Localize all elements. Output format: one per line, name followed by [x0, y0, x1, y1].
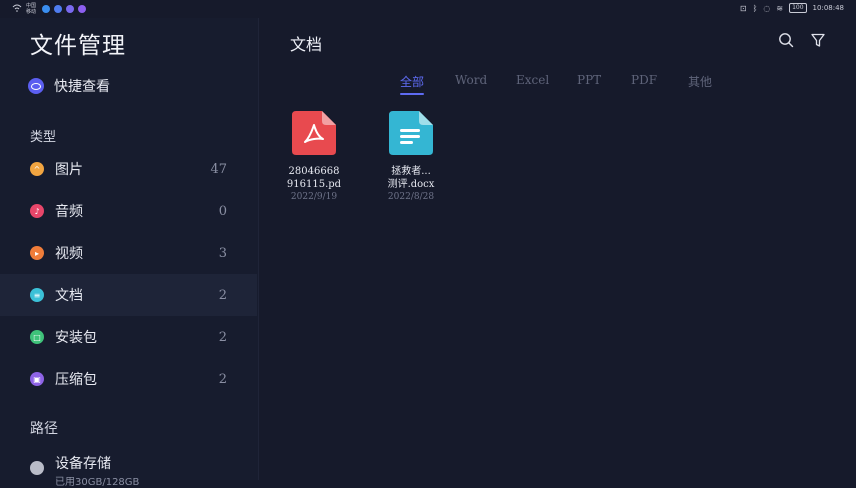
app-title: 文件管理	[30, 33, 126, 59]
tab-all[interactable]: 全部	[400, 73, 424, 90]
sidebar-item-count: 3	[218, 245, 227, 261]
search-icon	[779, 33, 794, 48]
doc-file-icon	[389, 111, 433, 155]
filter-button[interactable]	[809, 31, 827, 49]
sidebar-item-video[interactable]: ▸ 视频 3	[0, 232, 257, 274]
sidebar-item-label: 图片	[55, 162, 83, 178]
sidebar-item-documents[interactable]: ≡ 文档 2	[0, 274, 257, 316]
sidebar-item-count: 2	[218, 329, 227, 345]
image-icon: ^	[30, 162, 44, 176]
sidebar-item-count: 2	[218, 371, 227, 387]
document-icon: ≡	[30, 288, 44, 302]
tab-excel[interactable]: Excel	[516, 73, 549, 87]
music-icon: ♪	[30, 204, 44, 218]
quick-view-label: 快捷查看	[54, 79, 110, 95]
tab-ppt[interactable]: PPT	[577, 73, 601, 87]
path-section-label: 路径	[30, 421, 58, 437]
tab-pdf[interactable]: PDF	[631, 73, 657, 87]
active-tab-indicator	[400, 93, 424, 95]
page-title: 文档	[290, 35, 323, 54]
file-name-line: 916115.pd	[286, 179, 342, 190]
sidebar-item-count: 47	[210, 161, 227, 177]
storage-usage: 已用30GB/128GB	[55, 477, 140, 488]
storage-icon	[30, 461, 44, 475]
eye-icon	[28, 78, 44, 94]
pdf-file-icon	[292, 111, 336, 155]
file-item[interactable]: 28046668 916115.pd 2022/9/19	[274, 111, 354, 202]
sidebar-item-label: 视频	[55, 246, 83, 262]
sidebar-item-count: 0	[218, 203, 227, 219]
sidebar-item-label: 压缩包	[55, 372, 97, 388]
sidebar: 文件管理 快捷查看 类型 ^ 图片 47 ♪ 音频 0 ▸ 视频 3 ≡ 文档 …	[0, 18, 259, 488]
battery-indicator: 100	[789, 3, 807, 13]
storage-label[interactable]: 设备存储	[55, 453, 111, 473]
wifi-icon	[12, 4, 22, 14]
sidebar-item-count: 2	[218, 287, 227, 303]
notification-icon	[54, 5, 62, 13]
search-button[interactable]	[777, 31, 795, 49]
tab-other[interactable]: 其他	[688, 73, 712, 90]
silent-icon: ◌	[763, 3, 771, 13]
video-icon: ▸	[30, 246, 44, 260]
sidebar-item-archives[interactable]: ▣ 压缩包 2	[0, 358, 257, 400]
sidebar-item-label: 文档	[55, 288, 83, 304]
nfc-icon: ⊡	[739, 3, 747, 13]
archive-icon: ▣	[30, 372, 44, 386]
file-name-line: 拯救者...	[391, 166, 431, 177]
bluetooth-icon: ᛒ	[752, 3, 758, 13]
sidebar-item-images[interactable]: ^ 图片 47	[0, 148, 257, 190]
sidebar-item-packages[interactable]: □ 安装包 2	[0, 316, 257, 358]
sidebar-item-label: 安装包	[55, 330, 97, 346]
sidebar-item-audio[interactable]: ♪ 音频 0	[0, 190, 257, 232]
tab-word[interactable]: Word	[455, 73, 487, 87]
file-date: 2022/8/28	[387, 192, 435, 202]
file-item[interactable]: 拯救者... 测评.docx 2022/8/28	[371, 111, 451, 202]
file-date: 2022/9/19	[290, 192, 338, 202]
clock: 10:08:48	[812, 4, 844, 12]
types-section-label: 类型	[30, 130, 57, 145]
status-bar: 中国 移动 ⊡ ᛒ ◌ ≋ 100 10:08:48	[0, 0, 856, 18]
carrier-label: 中国 移动	[26, 3, 37, 15]
package-icon: □	[30, 330, 44, 344]
sidebar-item-label: 音频	[55, 204, 83, 220]
notification-icon	[66, 5, 74, 13]
notification-icon	[42, 5, 50, 13]
file-name-line: 28046668	[288, 166, 340, 177]
notification-icon	[78, 5, 86, 13]
wifi-icon: ≋	[776, 3, 784, 13]
filter-icon	[811, 33, 825, 47]
file-name-line: 测评.docx	[387, 179, 435, 190]
quick-view-item[interactable]: 快捷查看	[28, 76, 110, 96]
